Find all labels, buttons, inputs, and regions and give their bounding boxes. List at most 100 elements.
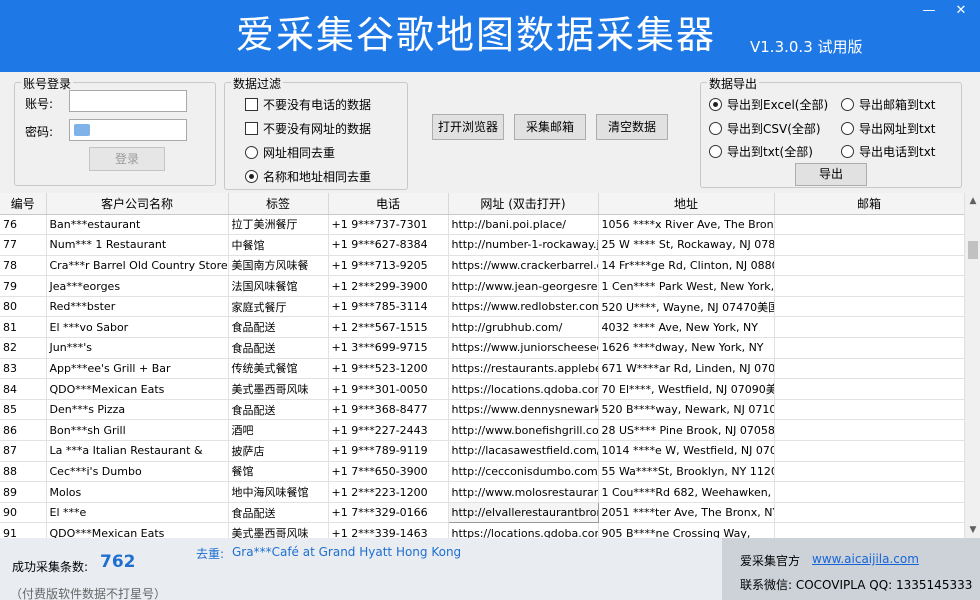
cell-email[interactable] (774, 378, 964, 400)
export-phone-radio[interactable]: 导出电话到txt (841, 143, 936, 160)
account-input[interactable] (69, 90, 187, 112)
cell-phone[interactable]: +1 9***227-2443 (328, 419, 449, 442)
cell-name[interactable]: Den***s Pizza (46, 399, 229, 421)
col-header-id[interactable]: 编号 (0, 193, 47, 215)
table-row[interactable]: 89 Molos 地中海风味餐馆 +1 2***223-1200 http://www.… (0, 481, 964, 503)
cell-email[interactable] (774, 399, 964, 421)
cell-addr[interactable]: 1 Cou****Rd 682, Weehawken, NJ (598, 481, 775, 503)
cell-id[interactable]: 77 (0, 234, 47, 256)
cell-url[interactable]: http://number-1-rockaway.ja (448, 234, 599, 256)
cell-phone[interactable]: +1 9***368-8477 (328, 399, 449, 421)
cell-url[interactable]: https://locations.qdoba.com/ (448, 378, 599, 400)
table-row[interactable]: 87 La ***a Italian Restaurant & 披萨店 +1 9***… (0, 440, 964, 462)
cell-name[interactable]: El ***e (46, 502, 229, 524)
cell-addr[interactable]: 14 Fr****ge Rd, Clinton, NJ 08809 (598, 255, 775, 277)
close-icon[interactable]: ✕ (950, 2, 972, 20)
collect-email-button[interactable]: 采集邮箱 (514, 114, 586, 140)
cell-email[interactable] (774, 440, 964, 462)
name-addr-dedupe-radio[interactable]: 名称和地址相同去重 (245, 168, 371, 185)
cell-addr[interactable]: 2051 ****ter Ave, The Bronx, NY (598, 502, 775, 524)
cell-tag[interactable]: 披萨店 (228, 440, 329, 462)
col-header-phone[interactable]: 电话 (328, 193, 449, 215)
col-header-tag[interactable]: 标签 (228, 193, 329, 215)
cell-email[interactable] (774, 255, 964, 277)
cell-name[interactable]: Cec***i's Dumbo (46, 461, 229, 483)
cell-name[interactable]: QDO***Mexican Eats (46, 378, 229, 400)
cell-id[interactable]: 91 (0, 522, 47, 538)
cell-url[interactable]: https://locations.qdoba.com/ (448, 522, 599, 538)
cell-url[interactable]: https://www.redlobster.com/l (448, 296, 599, 318)
cell-url[interactable]: https://restaurants.applebee (448, 358, 599, 380)
cell-phone[interactable]: +1 9***789-9119 (328, 440, 449, 462)
cell-phone[interactable]: +1 2***339-1463 (328, 522, 449, 538)
cell-name[interactable]: El ***vo Sabor (46, 316, 229, 339)
cell-name[interactable]: Ban***estaurant (46, 214, 229, 236)
cell-addr[interactable]: 905 B****ne Crossing Way, (598, 522, 775, 538)
cell-url[interactable]: http://lacasawestfield.com/ (448, 440, 599, 462)
cell-email[interactable] (774, 481, 964, 503)
cell-addr[interactable]: 25 W **** St, Rockaway, NJ 07866 (598, 234, 775, 256)
vertical-scrollbar[interactable]: ▲ ▼ (964, 193, 980, 538)
cell-id[interactable]: 80 (0, 296, 47, 318)
official-website-link[interactable]: www.aicaijila.com (812, 552, 919, 566)
cell-url[interactable]: https://www.juniorscheeseca (448, 337, 599, 359)
cell-tag[interactable]: 食品配送 (228, 502, 329, 524)
table-row[interactable]: 84 QDO***Mexican Eats 美式墨西哥风味 +1 9***301-00… (0, 378, 964, 400)
cell-email[interactable] (774, 502, 964, 524)
cell-addr[interactable]: 70 El****, Westfield, NJ 07090美 (598, 378, 775, 400)
table-row[interactable]: 88 Cec***i's Dumbo 餐馆 +1 7***650-3900 http:/… (0, 461, 964, 483)
cell-url[interactable]: http://elvallerestaurantbronx (447, 501, 599, 524)
no-url-checkbox[interactable]: 不要没有网址的数据 (245, 120, 371, 137)
cell-phone[interactable]: +1 2***223-1200 (328, 481, 449, 503)
no-phone-checkbox[interactable]: 不要没有电话的数据 (245, 96, 371, 113)
cell-addr[interactable]: 1626 ****dway, New York, NY (598, 337, 775, 359)
cell-email[interactable] (774, 522, 964, 538)
cell-id[interactable]: 87 (0, 440, 47, 462)
cell-url[interactable]: http://grubhub.com/ (448, 316, 599, 339)
cell-id[interactable]: 81 (0, 316, 47, 339)
cell-phone[interactable]: +1 9***523-1200 (328, 358, 449, 380)
cell-addr[interactable]: 671 W****ar Rd, Linden, NJ 07036 (598, 358, 775, 380)
cell-email[interactable] (774, 234, 964, 256)
table-row[interactable]: 86 Bon***sh Grill 酒吧 +1 9***227-2443 http://… (0, 419, 964, 442)
cell-id[interactable]: 79 (0, 275, 47, 297)
cell-url[interactable]: https://www.dennysnewark.c (448, 399, 599, 421)
table-row[interactable]: 83 App***ee's Grill + Bar 传统美式餐馆 +1 9***523… (0, 358, 964, 380)
cell-addr[interactable]: 520 B****way, Newark, NJ 07104 (598, 399, 775, 421)
cell-email[interactable] (774, 214, 964, 236)
cell-name[interactable]: Red***bster (46, 296, 229, 318)
cell-url[interactable]: https://www.crackerbarrel.co (448, 255, 599, 277)
cell-tag[interactable]: 食品配送 (228, 316, 329, 339)
cell-tag[interactable]: 家庭式餐厅 (228, 296, 329, 318)
cell-addr[interactable]: 1 Cen**** Park West, New York, (598, 275, 775, 297)
cell-email[interactable] (774, 419, 964, 442)
cell-email[interactable] (774, 461, 964, 483)
cell-tag[interactable]: 美式墨西哥风味 (228, 522, 329, 538)
cell-url[interactable]: http://www.molosrestaurant. (448, 481, 599, 503)
cell-name[interactable]: Cra***r Barrel Old Country Store (46, 255, 229, 277)
cell-id[interactable]: 90 (0, 502, 47, 524)
cell-email[interactable] (774, 316, 964, 339)
cell-id[interactable]: 82 (0, 337, 47, 359)
table-row[interactable]: 76 Ban***estaurant 拉丁美洲餐厅 +1 9***737-7301 ht… (0, 214, 964, 236)
results-table[interactable]: 编号 客户公司名称 标签 电话 网址 (双击打开) 地址 邮箱 76 Ban***… (0, 193, 964, 538)
cell-phone[interactable]: +1 3***699-9715 (328, 337, 449, 359)
cell-tag[interactable]: 食品配送 (228, 337, 329, 359)
scroll-down-icon[interactable]: ▼ (965, 522, 980, 538)
cell-phone[interactable]: +1 9***627-8384 (328, 234, 449, 256)
cell-name[interactable]: Jun***'s (46, 337, 229, 359)
cell-id[interactable]: 86 (0, 419, 47, 442)
password-input[interactable] (69, 119, 187, 141)
export-email-radio[interactable]: 导出邮箱到txt (841, 96, 936, 113)
table-row[interactable]: 80 Red***bster 家庭式餐厅 +1 9***785-3114 https:/… (0, 296, 964, 318)
cell-tag[interactable]: 中餐馆 (228, 234, 329, 256)
export-txt-radio[interactable]: 导出到txt(全部) (709, 143, 813, 160)
cell-tag[interactable]: 酒吧 (228, 419, 329, 442)
col-header-url[interactable]: 网址 (双击打开) (448, 193, 599, 215)
cell-tag[interactable]: 美式墨西哥风味 (228, 378, 329, 400)
cell-url[interactable]: http://bani.poi.place/ (448, 214, 599, 236)
export-excel-radio[interactable]: 导出到Excel(全部) (709, 96, 828, 113)
cell-phone[interactable]: +1 7***329-0166 (328, 502, 449, 524)
cell-phone[interactable]: +1 9***301-0050 (328, 378, 449, 400)
table-row[interactable]: 81 El ***vo Sabor 食品配送 +1 2***567-1515 http:… (0, 316, 964, 339)
